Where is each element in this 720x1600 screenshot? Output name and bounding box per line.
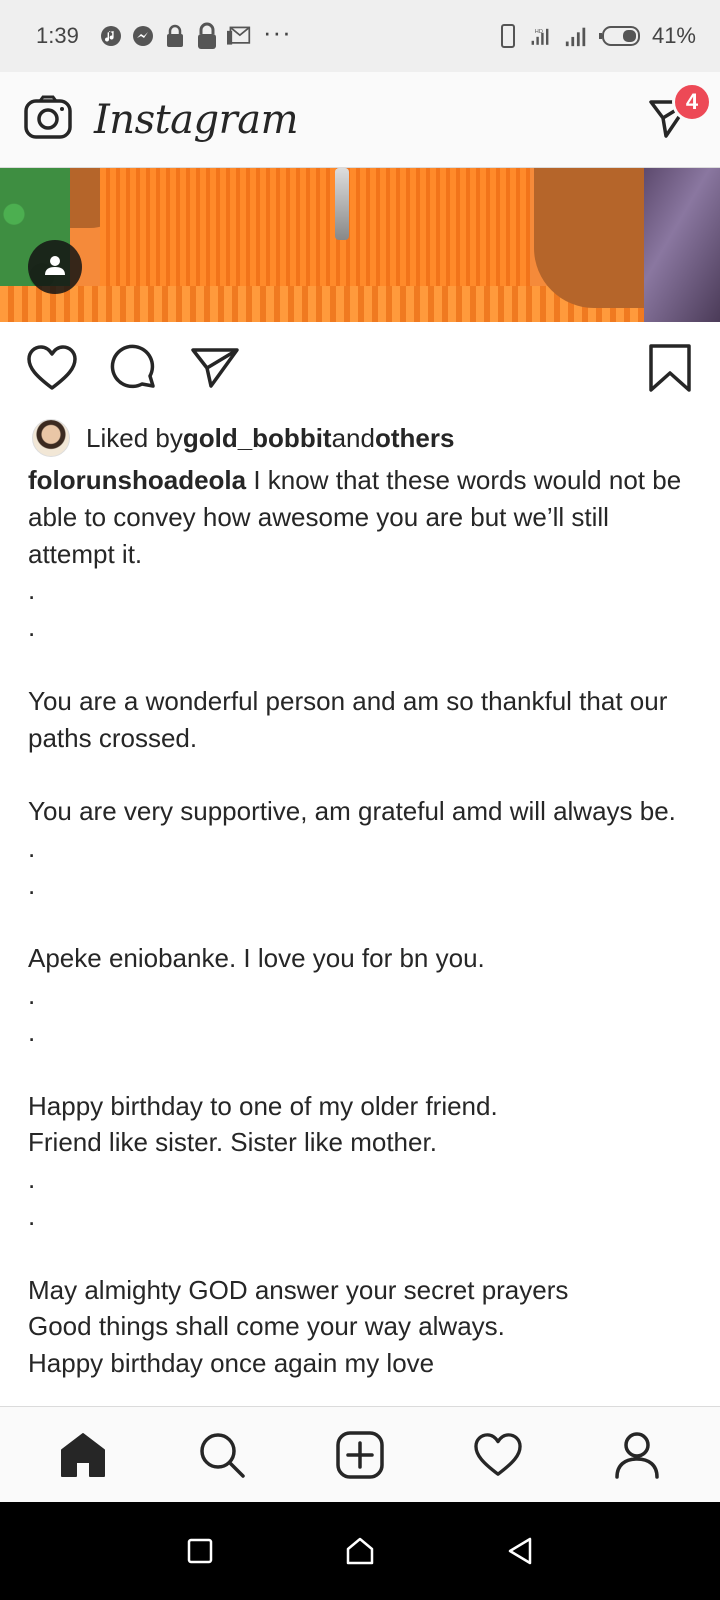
more-notifications: ··· [262,16,292,47]
profile-icon[interactable] [609,1427,665,1483]
image-arm-right [534,168,644,308]
recents-icon[interactable] [176,1527,224,1575]
signal-icon [564,24,588,48]
post-actions [0,322,720,414]
music-notification-icon [99,24,123,48]
comment-icon[interactable] [110,344,158,392]
phone-vibrate-icon [496,24,520,48]
app-header: Instagram 4 [0,72,720,168]
status-time: 1:39 [36,23,79,48]
caption-text: I know that these words would not be abl… [28,465,682,1379]
dm-count-badge: 4 [672,81,712,122]
signal-hd-icon: HD [530,24,554,48]
search-icon[interactable] [194,1427,250,1483]
bookmark-icon[interactable] [648,343,692,393]
mail-notification-icon [226,24,251,48]
likes-prefix: Liked by [86,422,183,453]
likes-middle: and [331,422,375,453]
direct-message-icon [648,99,692,144]
share-icon[interactable] [190,346,240,390]
messenger-notification-icon [131,24,155,48]
bottom-navigation [0,1406,720,1502]
add-post-icon[interactable] [332,1427,388,1483]
lock-notification-icon-2 [195,22,219,49]
caption-username[interactable]: folorunshoadeola [28,465,246,495]
lock-notification-icon [163,24,187,48]
camera-icon[interactable] [24,95,72,144]
likes-summary[interactable]: Liked by gold_bobbit and others [32,416,454,460]
battery-percent: 41% [651,23,696,48]
tagged-users-button[interactable] [28,240,82,294]
direct-message-button[interactable]: 4 [648,81,712,144]
activity-heart-icon[interactable] [470,1427,526,1483]
instagram-logo[interactable]: Instagram [94,97,299,143]
image-background-right [644,168,720,322]
system-back-icon[interactable] [496,1527,544,1575]
person-icon [43,253,67,282]
heart-icon[interactable] [26,344,78,392]
status-bar: 1:39 ··· HD 41% [0,0,720,72]
home-icon[interactable] [55,1427,111,1483]
status-right: HD 41% [496,23,696,49]
svg-text:HD: HD [535,29,543,35]
system-home-icon[interactable] [336,1527,384,1575]
system-navigation-bar [0,1502,720,1600]
image-necklace [335,168,349,240]
battery-icon [598,24,642,48]
liker-avatar[interactable] [32,419,70,457]
likes-others[interactable]: others [375,423,454,454]
status-left: 1:39 ··· [36,17,292,52]
post-image[interactable] [0,168,720,322]
post-caption: folorunshoadeola I know that these words… [28,462,700,1406]
liker-username[interactable]: gold_bobbit [183,423,332,454]
